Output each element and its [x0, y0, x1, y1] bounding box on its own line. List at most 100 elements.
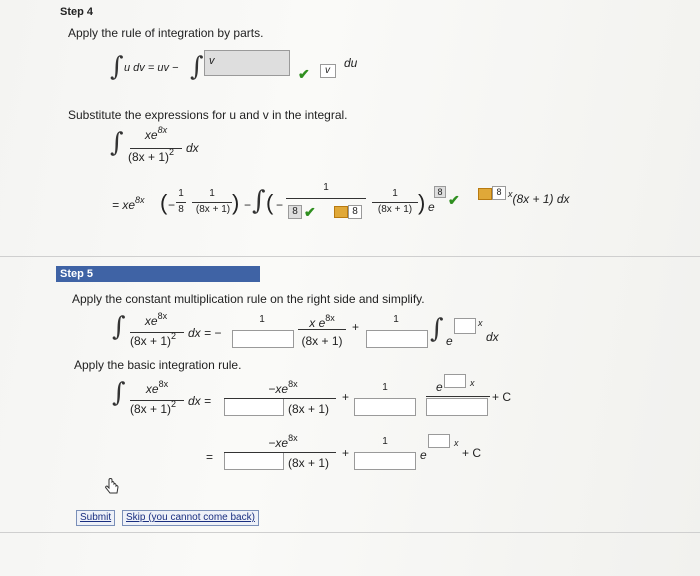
l2-eq: dx =: [188, 394, 212, 408]
l2-integrand-den: (8x + 1)2: [130, 399, 177, 416]
l2-den: (8x + 1): [288, 402, 330, 416]
paren-close: ): [232, 190, 240, 215]
l3-x: x: [454, 438, 459, 448]
minus-sign: −: [276, 198, 284, 212]
integrand-num: xe: [144, 128, 158, 142]
l1-eq: dx = −: [188, 326, 222, 340]
v-box[interactable]: v: [320, 64, 336, 78]
l1-e: e: [446, 334, 453, 348]
paren-open: (: [266, 190, 274, 215]
fraction-bar: [176, 202, 186, 203]
check-icon: ✔: [448, 192, 460, 208]
parts-rule: u dv = uv −: [124, 62, 179, 74]
integral-sign: ∫: [110, 52, 124, 82]
l3-den: (8x + 1): [288, 456, 330, 470]
minus-sign: −: [168, 198, 176, 212]
integral-sign: ∫: [112, 378, 126, 408]
substitute-instruction: Substitute the expressions for u and v i…: [68, 108, 348, 122]
l3-c: + C: [462, 446, 482, 460]
fraction-bar: [224, 398, 336, 399]
big-frac-num: 1: [323, 182, 329, 193]
l3-coef-input[interactable]: [224, 452, 284, 470]
check-icon: ✔: [298, 66, 310, 82]
fraction-bar: [130, 148, 182, 149]
l3-eq: =: [206, 450, 214, 464]
e-symbol: e: [428, 200, 435, 214]
l3-one: 1: [382, 436, 388, 447]
l2-integrand-num: xe8x: [145, 379, 169, 396]
integral-sign: ∫: [252, 186, 266, 216]
l2-one: 1: [382, 382, 388, 393]
integrand-dx: dx: [186, 141, 199, 155]
step4-instruction: Apply the rule of integration by parts.: [68, 26, 264, 40]
l1-dx: dx: [486, 330, 499, 344]
integral-sign: ∫: [190, 52, 204, 82]
l3-plus: +: [342, 446, 350, 460]
l1-x: x: [478, 318, 483, 328]
frac-1-8: 1: [178, 188, 184, 199]
basic-rule-instruction: Apply the basic integration rule.: [74, 358, 242, 372]
paren-open: (: [160, 190, 168, 215]
pencil-icon: [334, 206, 348, 218]
l3-num: −xe8x: [268, 433, 298, 450]
den-box-8b[interactable]: 8: [348, 205, 362, 219]
hand-cursor-icon: [105, 478, 119, 494]
frac-1-8x1-den: (8x + 1): [195, 204, 231, 215]
result-prefix: = xe8x: [112, 195, 145, 212]
integral-sign: ∫: [430, 314, 444, 344]
tail-expression: x(8x + 1) dx: [508, 189, 570, 206]
l1-integrand-den: (8x + 1)2: [130, 331, 177, 348]
pencil-icon: [478, 188, 492, 200]
l2-exp-input[interactable]: [444, 374, 466, 388]
exp-box-8d[interactable]: 8: [492, 186, 506, 200]
check-icon: ✔: [304, 204, 316, 220]
l1-frac2-den: (8x + 1): [301, 334, 343, 348]
fraction-bar: [372, 202, 418, 203]
step5-instruction: Apply the constant multiplication rule o…: [72, 292, 425, 306]
v-entry-value: v: [209, 55, 215, 67]
l2-num: −xe8x: [268, 379, 298, 396]
integrand-exp: 8x: [157, 125, 168, 135]
frac-1-8x1-b: 1: [392, 188, 398, 199]
integrand-den: (8x + 1)2: [128, 147, 175, 164]
l1-exp-input[interactable]: [454, 318, 476, 334]
step4-heading: Step 4: [60, 6, 94, 18]
v-box-label: v: [325, 65, 330, 76]
minus-sign: −: [244, 198, 252, 212]
exp-box-8c[interactable]: 8: [434, 186, 446, 198]
l1-frac1-num: 1: [259, 314, 265, 325]
l1-den-input-3[interactable]: [366, 330, 428, 348]
den-box-8a[interactable]: 8: [288, 205, 302, 219]
l1-num-input-2[interactable]: [298, 316, 346, 330]
l2-plus: +: [342, 390, 350, 404]
fraction-bar: [286, 198, 366, 199]
divider: [0, 532, 700, 533]
l3-exp-input[interactable]: [428, 434, 450, 448]
l2-e: e: [436, 380, 443, 394]
l2-c: + C: [492, 390, 512, 404]
l1-plus: +: [352, 320, 360, 334]
l3-den-input[interactable]: [354, 452, 416, 470]
divider: [0, 256, 700, 257]
integrand-fraction: xe8x: [126, 125, 186, 142]
du-label: du: [344, 56, 358, 70]
l2-den-input-2[interactable]: [426, 398, 488, 416]
submit-button[interactable]: Submit: [76, 510, 116, 526]
l2-den-input[interactable]: [354, 398, 416, 416]
fraction-bar: [224, 452, 336, 453]
paren-close: ): [418, 190, 426, 215]
l2-coef-input[interactable]: [224, 398, 284, 416]
step5-heading: Step 5: [56, 266, 260, 282]
frac-1-8x1: 1: [209, 188, 215, 199]
v-entry-field[interactable]: v: [204, 50, 290, 76]
integral-sign: ∫: [112, 312, 126, 342]
fraction-bar: [426, 396, 490, 397]
l1-den-input-1[interactable]: [232, 330, 294, 348]
integral-sign: ∫: [110, 128, 124, 158]
l2-x: x: [470, 378, 475, 388]
fraction-bar: [192, 202, 232, 203]
frac-1-8-den: 8: [178, 204, 184, 215]
skip-button[interactable]: Skip (you cannot come back): [122, 510, 259, 526]
l1-frac3-num: 1: [393, 314, 399, 325]
l1-integrand-num: xe8x: [144, 311, 168, 328]
